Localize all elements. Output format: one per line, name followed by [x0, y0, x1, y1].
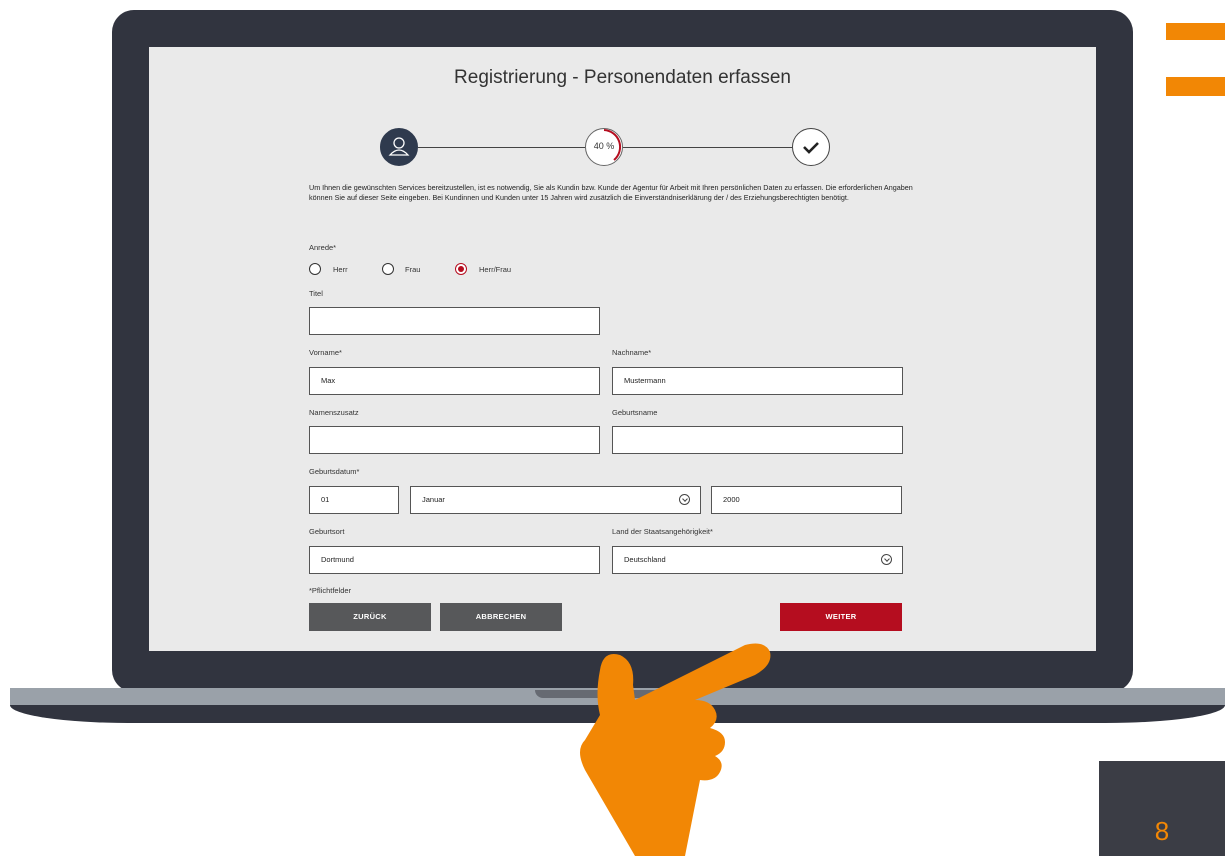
chevron-down-icon: [679, 494, 690, 505]
progress-line: [418, 147, 585, 148]
progress-line: [623, 147, 792, 148]
step-complete: [792, 128, 830, 166]
geburtsdatum-month-value: Januar: [422, 495, 445, 504]
geburtsdatum-label: Geburtsdatum*: [309, 467, 360, 476]
radio-herr-label: Herr: [333, 265, 348, 274]
geburtsname-label: Geburtsname: [612, 408, 658, 417]
staatsangehoerigkeit-value: Deutschland: [624, 555, 666, 564]
step-personal-data: [380, 128, 418, 166]
geburtsdatum-year-input[interactable]: 2000: [711, 486, 902, 514]
page-number: 8: [1154, 816, 1170, 846]
staatsangehoerigkeit-select[interactable]: Deutschland: [612, 546, 903, 574]
chevron-down-icon: [881, 554, 892, 565]
radio-herr[interactable]: [309, 263, 321, 275]
radio-frau-label: Frau: [405, 265, 421, 274]
checkmark-icon: [803, 142, 819, 154]
required-note: *Pflichtfelder: [309, 586, 352, 595]
geburtsort-input[interactable]: Dortmund: [309, 546, 600, 574]
vorname-label: Vorname*: [309, 348, 342, 357]
pointing-hand-icon: [580, 643, 771, 856]
next-button[interactable]: WEITER: [780, 603, 902, 631]
geburtsort-label: Geburtsort: [309, 527, 345, 536]
back-button[interactable]: ZURÜCK: [309, 603, 431, 631]
titel-input[interactable]: [309, 307, 600, 335]
vorname-input[interactable]: Max: [309, 367, 600, 395]
user-icon: [388, 137, 410, 156]
staatsangehoerigkeit-label: Land der Staatsangehörigkeit*: [612, 527, 713, 536]
page-number-box: 8: [1099, 761, 1225, 856]
geburtsdatum-day-input[interactable]: 01: [309, 486, 399, 514]
geburtsdatum-month-select[interactable]: Januar: [410, 486, 701, 514]
geburtsname-input[interactable]: [612, 426, 903, 454]
nachname-label: Nachname*: [612, 348, 652, 357]
page-title: Registrierung - Personendaten erfassen: [454, 67, 791, 88]
radio-frau[interactable]: [382, 263, 394, 275]
step-progress: 40 %: [585, 128, 623, 166]
anrede-label: Anrede*: [309, 243, 337, 252]
decorative-orange-bar: [1166, 77, 1225, 96]
namenszusatz-label: Namenszusatz: [309, 408, 359, 417]
namenszusatz-input[interactable]: [309, 426, 600, 454]
decorative-orange-bar: [1166, 23, 1225, 40]
radio-herr-frau-label: Herr/Frau: [479, 265, 512, 274]
progress-label: 40 %: [593, 141, 615, 151]
nachname-input[interactable]: Mustermann: [612, 367, 903, 395]
radio-herr-frau[interactable]: [455, 263, 467, 275]
intro-text: Um Ihnen die gewünschten Services bereit…: [309, 183, 913, 202]
registration-screen: Registrierung - Personendaten erfassen 4…: [149, 47, 1096, 651]
cancel-button[interactable]: ABBRECHEN: [440, 603, 562, 631]
titel-label: Titel: [309, 289, 323, 298]
